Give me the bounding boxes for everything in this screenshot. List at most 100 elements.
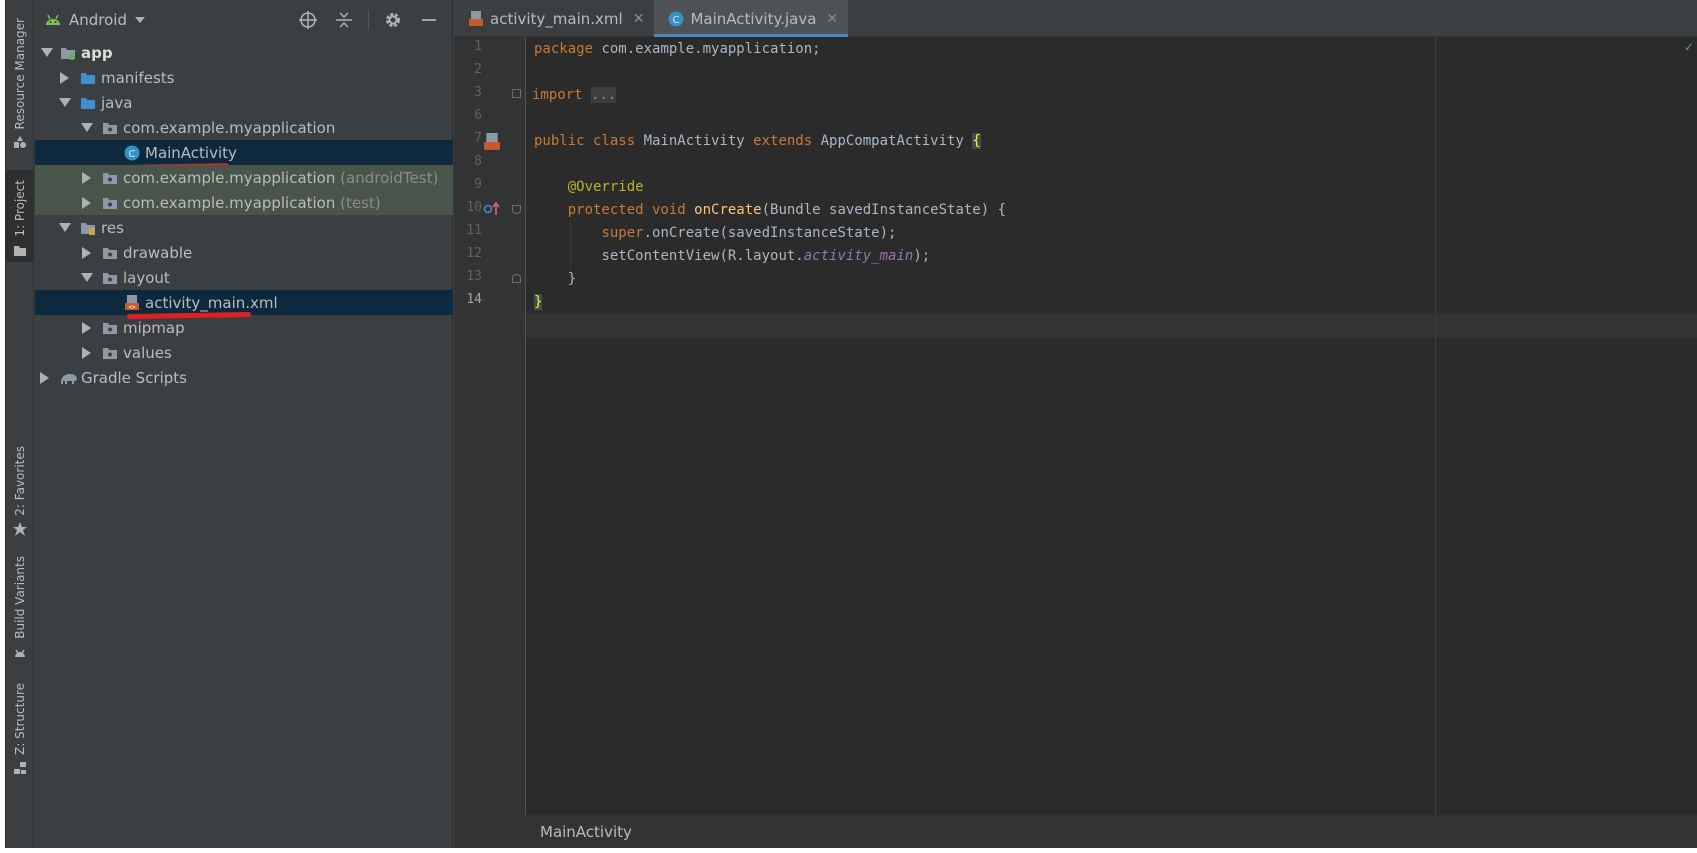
tree-item-app[interactable]: app <box>35 40 453 65</box>
method-name: onCreate <box>694 202 762 218</box>
favorites-tool-button[interactable]: 2: Favorites <box>6 446 34 536</box>
crosshair-icon <box>299 11 317 29</box>
tree-item-package-test[interactable]: com.example.myapplication (test) <box>35 190 453 215</box>
fold-toggle-icon[interactable] <box>512 274 521 283</box>
structure-tool-label: Z: Structure <box>13 683 27 755</box>
tab-label: activity_main.xml <box>490 9 623 28</box>
layout-file-icon: <> <box>125 294 139 311</box>
tree-item-java[interactable]: java <box>35 90 453 115</box>
tree-item-mainactivity[interactable]: C MainActivity <box>35 140 453 170</box>
expand-arrow-icon[interactable] <box>40 371 49 384</box>
folder-icon <box>103 272 117 284</box>
tree-item-label: layout <box>123 268 170 287</box>
code-line-10: protected void onCreate(Bundle savedInst… <box>534 198 1006 223</box>
source-folder-icon <box>81 97 95 109</box>
project-tool-label: 1: Project <box>13 180 27 237</box>
keyword: super <box>601 225 644 241</box>
line-number: 8 <box>474 154 482 169</box>
tree-item-label: values <box>123 343 172 362</box>
line-number: 12 <box>466 246 482 261</box>
gradle-elephant-icon <box>61 373 77 384</box>
fold-toggle-icon[interactable] <box>512 89 521 98</box>
build-variants-button[interactable]: Build Variants <box>6 556 34 659</box>
expand-arrow-icon[interactable] <box>41 48 53 57</box>
expand-arrow-icon[interactable] <box>82 321 91 334</box>
expand-arrow-icon[interactable] <box>60 71 69 84</box>
tab-mainactivity-java[interactable]: C MainActivity.java ✕ <box>654 0 849 37</box>
expand-arrow-icon[interactable] <box>81 273 93 282</box>
code-text: com.example.myapplication; <box>593 41 821 57</box>
folder-icon <box>103 322 117 334</box>
tab-activity-main-xml[interactable]: activity_main.xml ✕ <box>454 0 654 37</box>
expand-arrow-icon[interactable] <box>82 246 91 259</box>
chevron-down-icon <box>135 17 145 23</box>
tree-item-package-main[interactable]: com.example.myapplication <box>35 115 453 140</box>
structure-icon <box>14 761 26 774</box>
code-line-13: } <box>534 267 576 292</box>
related-layout-icon[interactable] <box>483 133 501 151</box>
tree-item-package-androidtest[interactable]: com.example.myapplication (androidTest) <box>35 165 453 190</box>
keyword: import <box>532 87 583 103</box>
locate-file-button[interactable] <box>296 8 320 32</box>
code-text: .onCreate(savedInstanceState); <box>643 225 897 241</box>
collapse-all-button[interactable] <box>332 8 356 32</box>
tree-item-res[interactable]: res <box>35 215 453 240</box>
tree-item-layout[interactable]: layout <box>35 265 453 290</box>
expand-arrow-icon[interactable] <box>82 171 91 184</box>
project-panel: Android app manifests java com.example.m… <box>35 0 453 848</box>
expand-arrow-icon[interactable] <box>59 223 71 232</box>
code-text: ); <box>913 248 931 264</box>
inspection-ok-icon[interactable]: ✓ <box>1684 40 1694 54</box>
tree-item-drawable[interactable]: drawable <box>35 240 453 265</box>
code-line-9: @Override <box>534 175 644 200</box>
svg-text:C: C <box>673 15 680 26</box>
code-line-7: public class MainActivity extends AppCom… <box>534 129 981 154</box>
resource-manager-button[interactable]: Resource Manager <box>6 18 34 149</box>
expand-arrow-icon[interactable] <box>82 346 91 359</box>
hide-panel-button[interactable] <box>417 8 441 32</box>
package-name: com.example.myapplication <box>123 193 336 212</box>
keyword: protected void <box>567 202 695 218</box>
android-icon <box>15 649 25 657</box>
expand-arrow-icon[interactable] <box>82 196 91 209</box>
collapse-icon <box>336 12 352 28</box>
project-tree: app manifests java com.example.myapplica… <box>35 40 453 390</box>
line-number: 7 <box>474 131 482 146</box>
right-margin-guide <box>1435 37 1436 815</box>
matched-brace: } <box>534 294 543 310</box>
closing-brace: } <box>567 271 577 287</box>
current-line-highlight <box>526 313 1697 338</box>
tree-item-label: MainActivity <box>145 143 237 162</box>
override-method-icon[interactable] <box>483 201 501 217</box>
fold-toggle-icon[interactable] <box>512 205 521 214</box>
project-view-selector[interactable]: Android <box>45 11 145 29</box>
class-name: MainActivity <box>643 133 754 149</box>
expand-arrow-icon[interactable] <box>59 98 71 107</box>
resource-manager-label: Resource Manager <box>13 18 27 130</box>
tree-item-label: manifests <box>101 68 175 87</box>
android-logo-icon <box>46 14 60 25</box>
build-variants-label: Build Variants <box>13 556 27 639</box>
tree-item-values[interactable]: values <box>35 340 453 365</box>
settings-button[interactable] <box>381 8 405 32</box>
resource-folder-icon <box>81 222 95 235</box>
tree-item-manifests[interactable]: manifests <box>35 65 453 90</box>
star-icon <box>13 521 27 536</box>
package-icon <box>103 122 117 134</box>
tool-window-strip: Resource Manager 1: Project 2: Favorites… <box>6 0 34 848</box>
line-number-gutter: 1 2 3 6 7 8 9 10 11 12 13 14 <box>454 37 526 815</box>
project-view-label: Android <box>69 11 127 29</box>
structure-tool-button[interactable]: Z: Structure <box>6 683 34 775</box>
tree-item-mipmap[interactable]: mipmap <box>35 315 453 340</box>
close-icon[interactable]: ✕ <box>826 11 838 27</box>
close-icon[interactable]: ✕ <box>633 11 645 27</box>
folded-imports[interactable]: ... <box>591 87 617 103</box>
java-class-icon: C <box>124 145 140 160</box>
tree-item-activity-main-xml[interactable]: <> activity_main.xml <box>35 290 453 320</box>
project-tool-button[interactable]: 1: Project <box>6 170 34 262</box>
expand-arrow-icon[interactable] <box>81 123 93 132</box>
breadcrumb[interactable]: MainActivity <box>540 823 632 841</box>
tree-item-gradle-scripts[interactable]: Gradle Scripts <box>35 365 453 390</box>
code-line-1: package com.example.myapplication; <box>534 37 821 62</box>
package-icon <box>103 172 117 184</box>
